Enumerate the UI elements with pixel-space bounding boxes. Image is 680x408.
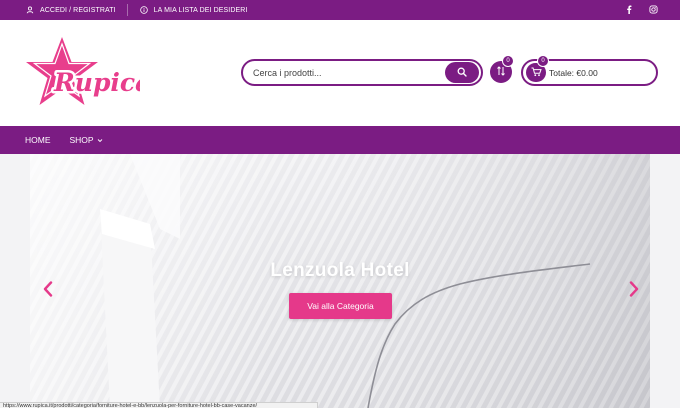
topbar-divider (126, 4, 128, 16)
cart-count-badge: 0 (537, 55, 549, 67)
wishlist-count-badge: 0 (502, 55, 514, 67)
search-button[interactable] (445, 62, 479, 83)
slider-prev-button[interactable] (40, 280, 56, 302)
top-bar: ACCEDI / REGISTRATI LA MIA LISTA DEI DES… (0, 0, 680, 20)
wishlist-button[interactable]: 0 (490, 55, 514, 83)
nav-item-shop[interactable]: SHOP (70, 135, 103, 145)
svg-text:Rupica: Rupica (53, 68, 140, 97)
browser-status-url: https://www.rupica.it/prodotti/categoria… (0, 402, 318, 408)
site-logo[interactable]: Rupica Rupica (22, 35, 154, 113)
cart-button[interactable]: 0 Totale: €0.00 (521, 55, 658, 86)
nav-item-home[interactable]: HOME (25, 135, 51, 145)
nav-item-label: HOME (25, 135, 51, 145)
cart-total: Totale: €0.00 (549, 68, 598, 78)
site-header: Rupica Rupica 0 0 Totale: €0.00 (0, 20, 680, 126)
info-icon (139, 5, 149, 15)
search-icon (457, 64, 467, 82)
slide-caption: Lenzuola Hotel (270, 260, 410, 281)
wishlist-link[interactable]: LA MIA LISTA DEI DESIDERI (154, 7, 248, 14)
facebook-icon[interactable] (624, 4, 634, 14)
user-icon (25, 5, 35, 15)
nav-item-label: SHOP (69, 135, 94, 145)
chevron-left-icon (43, 280, 53, 302)
search-input[interactable] (253, 65, 443, 81)
search-bar (241, 59, 483, 86)
chevron-right-icon (629, 280, 639, 302)
instagram-icon[interactable] (648, 4, 658, 14)
hero-slider: Lenzuola Hotel Vai alla Categoria (0, 154, 680, 408)
main-nav: HOME SHOP (0, 126, 680, 154)
chevron-down-icon (97, 135, 103, 145)
slide-cta-button[interactable]: Vai alla Categoria (289, 293, 392, 319)
login-link[interactable]: ACCEDI / REGISTRATI (40, 7, 116, 14)
slider-next-button[interactable] (626, 280, 642, 302)
